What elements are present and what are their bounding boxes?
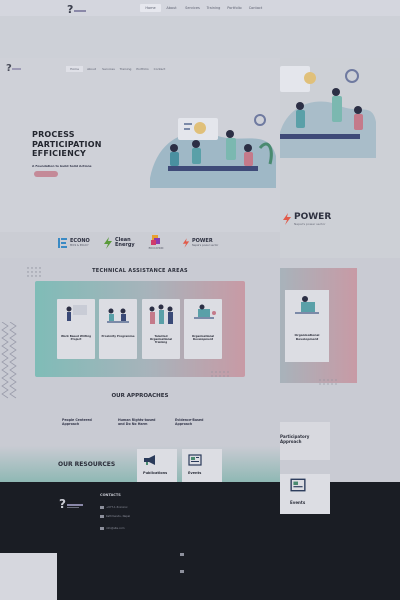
resource-card[interactable]: Events: [182, 449, 222, 482]
secondary-nav-links: Home About Services Training Portfolio C…: [66, 66, 168, 72]
phone-icon: [180, 570, 184, 573]
resources-section-title: OUR RESOURCES: [58, 461, 116, 468]
footer-contact-item[interactable]: +977-1-5xxxxxx: [106, 506, 128, 509]
lightning-icon: [283, 213, 291, 225]
zigzag-decoration: [1, 322, 17, 399]
ie-logo-icon: [58, 238, 67, 248]
newspaper-icon: [290, 478, 306, 492]
power-name: POWER: [294, 212, 332, 222]
nav2-item-portfolio[interactable]: Portfolio: [134, 66, 151, 72]
partner-sub: MICS & POLICY: [70, 244, 89, 247]
footer-contact-item[interactable]: Kathmandu, Nepal: [106, 515, 130, 518]
education-logo-icon: [151, 235, 160, 245]
technical-card[interactable]: Work Based Writing Project: [57, 299, 95, 359]
card-title: Organisational Development: [191, 334, 215, 342]
resource-label: Publications: [143, 471, 168, 475]
newspaper-icon: [188, 454, 202, 466]
hero-cta-button[interactable]: [34, 171, 58, 177]
top-navbar: ? Home About Services Training Portfolio…: [0, 0, 400, 16]
hero-title-line: PARTICIPATION: [32, 139, 102, 149]
approach-item[interactable]: Human Rights-based and Do No Harm: [118, 418, 162, 426]
team-meeting-illustration: [150, 114, 276, 188]
partner-sub: EDUCATION: [148, 247, 164, 250]
email-icon: [100, 527, 104, 530]
resource-label: Events: [188, 471, 202, 475]
secondary-logo[interactable]: ?: [6, 62, 22, 75]
dots-decoration: [211, 371, 229, 377]
resource-card-duplicate[interactable]: Events: [280, 474, 330, 514]
nav-item-home[interactable]: Home: [140, 4, 161, 12]
resource-card[interactable]: Publications: [137, 449, 177, 482]
nav-item-training[interactable]: Training: [203, 4, 224, 12]
lightning-leaf-icon: [104, 237, 112, 249]
svg-text:?: ?: [6, 63, 12, 72]
approaches-section-title: OUR APPROACHES: [111, 393, 169, 399]
technical-section-title: TECHNICAL ASSISTANCE AREAS: [92, 268, 188, 274]
power-logo-icon: [182, 238, 190, 248]
hero-title-line: PROCESS: [32, 130, 75, 139]
top-nav-links: Home About Services Training Portfolio C…: [140, 4, 266, 12]
laptop-work-illustration: [295, 296, 319, 314]
logo-mark-icon: ?: [6, 63, 21, 74]
technical-card[interactable]: Talented Organisational Training: [142, 299, 180, 359]
approach-item[interactable]: Evidence-Based Approach: [175, 418, 211, 426]
dots-decoration: [319, 379, 337, 385]
partner-sub: Nepal's power sector: [192, 244, 219, 247]
nav2-item-contact[interactable]: Contact: [151, 66, 168, 72]
site-logo[interactable]: ?: [66, 1, 88, 16]
location-icon: [100, 515, 104, 518]
nav2-item-about[interactable]: About: [83, 66, 100, 72]
footer-contact-item[interactable]: info@site.com: [106, 527, 125, 530]
nav-item-about[interactable]: About: [161, 4, 182, 12]
megaphone-icon: [144, 455, 155, 465]
header-spacer: [0, 16, 400, 60]
group-discussion-illustration: [107, 308, 129, 323]
logo-mark-icon: ?: [67, 3, 86, 16]
power-sub: Nepal's power sector: [294, 222, 326, 226]
footer-contacts-title: CONTACTS: [100, 493, 121, 497]
hero-subtitle: A Foundation to build Solid Actions: [32, 164, 92, 168]
bottom-left-ghost-panel: [0, 553, 57, 600]
nav-item-contact[interactable]: Contact: [245, 4, 266, 12]
nav2-item-training[interactable]: Training: [117, 66, 134, 72]
svg-text:?: ?: [67, 3, 73, 16]
partners-strip: [0, 232, 280, 258]
nav-item-portfolio[interactable]: Portfolio: [224, 4, 245, 12]
dots-decoration: [27, 267, 41, 277]
svg-text:?: ?: [59, 497, 66, 511]
approach-item[interactable]: People Centered Approach: [62, 418, 102, 426]
technical-card-duplicate[interactable]: Organisational Development: [285, 290, 329, 362]
approach-label: Participatory Approach: [280, 434, 310, 444]
card-title: Organisational Development: [294, 333, 320, 341]
team-celebration-illustration: [149, 304, 173, 324]
partner-logo[interactable]: Clean Energy: [103, 237, 135, 249]
nav2-item-services[interactable]: Services: [100, 66, 117, 72]
technical-card[interactable]: Proximity Programme: [99, 299, 137, 359]
partner-logo[interactable]: EDUCATION: [148, 235, 164, 250]
footer-logo[interactable]: ?: [58, 496, 88, 512]
card-title: Talented Organisational Training: [149, 334, 173, 345]
phone-icon: [100, 506, 104, 509]
team-meeting-illustration-duplicate: [280, 66, 376, 158]
approach-item-duplicate[interactable]: Participatory Approach: [280, 422, 330, 460]
technical-card[interactable]: Organisational Development: [184, 299, 222, 359]
card-title: Proximity Programme: [101, 334, 135, 338]
nav-item-services[interactable]: Services: [182, 4, 203, 12]
partner-logo[interactable]: POWER Nepal's power sector: [182, 237, 218, 249]
resource-label: Events: [290, 500, 306, 505]
logo-mark-icon: ?: [59, 497, 83, 511]
nav2-item-home[interactable]: Home: [66, 66, 83, 72]
email-icon: [180, 553, 184, 556]
hero-title: PROCESS PARTICIPATION EFFICIENCY: [32, 130, 122, 159]
card-title: Work Based Writing Project: [60, 334, 92, 342]
whiteboard-illustration: [66, 305, 87, 321]
partner-sub: Energy: [115, 242, 135, 248]
power-partner-side[interactable]: POWER Nepal's power sector: [282, 212, 331, 226]
partner-logo[interactable]: ECONO MICS & POLICY: [58, 237, 90, 249]
laptop-work-illustration: [194, 304, 216, 319]
hero-title-line: EFFICIENCY: [32, 149, 87, 158]
